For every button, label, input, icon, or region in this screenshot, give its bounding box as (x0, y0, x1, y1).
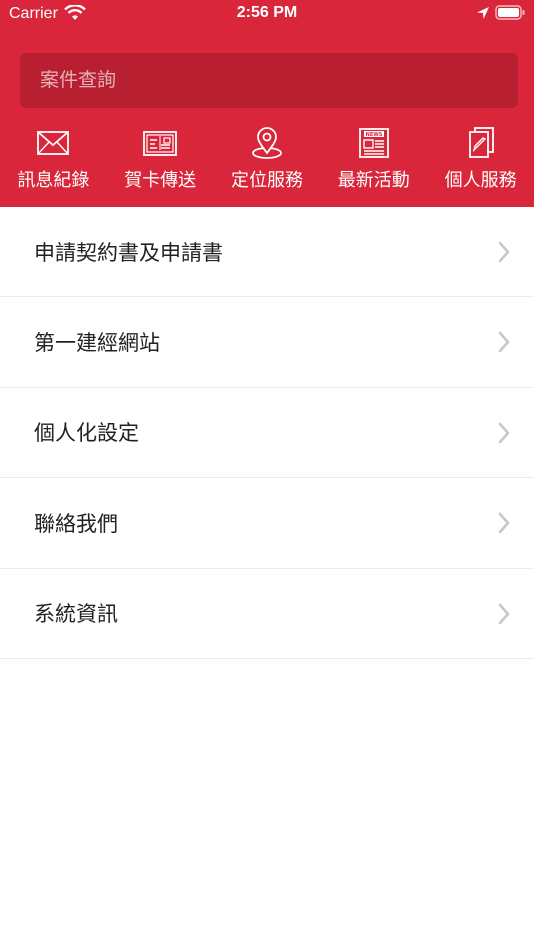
mail-icon (37, 131, 70, 155)
menu-item-website[interactable]: 第一建經網站 (0, 297, 534, 388)
menu-list: 申請契約書及申請書 第一建經網站 個人化設定 聯絡我們 系統資訊 (0, 207, 534, 659)
quick-action-location[interactable]: 定位服務 (214, 126, 321, 196)
quick-action-label: 訊息紀錄 (17, 170, 90, 191)
document-pen-icon (468, 127, 494, 158)
quick-action-news[interactable]: NEWS 最新活動 (320, 126, 427, 196)
menu-item-label: 申請契約書及申請書 (34, 240, 223, 265)
chevron-right-icon (498, 332, 510, 353)
location-pin-icon (252, 127, 282, 159)
quick-action-label: 賀卡傳送 (124, 170, 197, 191)
quick-action-personal[interactable]: 個人服務 (427, 126, 534, 196)
battery-icon (495, 5, 525, 20)
menu-item-contact-us[interactable]: 聯絡我們 (0, 478, 534, 569)
quick-actions: 訊息紀錄 賀卡傳送 定位服務 NEWS 最新活動 個人服務 (0, 126, 534, 196)
menu-item-contract-application[interactable]: 申請契約書及申請書 (0, 207, 534, 298)
chevron-right-icon (498, 422, 510, 444)
status-bar: Carrier 2:56 PM (0, 0, 534, 30)
header: Carrier 2:56 PM 案件查詢 訊息紀錄 賀卡傳送 定位服務 NEWS… (0, 0, 534, 207)
quick-action-messages[interactable]: 訊息紀錄 (0, 126, 107, 196)
chevron-right-icon (498, 241, 510, 263)
search-input[interactable]: 案件查詢 (20, 53, 518, 108)
newspaper-icon: NEWS (358, 128, 389, 158)
menu-item-label: 個人化設定 (34, 421, 139, 446)
greeting-card-icon (143, 131, 178, 156)
quick-action-label: 最新活動 (337, 170, 410, 191)
menu-item-label: 第一建經網站 (34, 331, 160, 356)
quick-action-label: 個人服務 (444, 170, 517, 191)
menu-item-label: 聯絡我們 (34, 511, 118, 536)
menu-item-label: 系統資訊 (34, 602, 118, 627)
location-arrow-icon (477, 7, 489, 19)
quick-action-greeting-card[interactable]: 賀卡傳送 (107, 126, 214, 196)
svg-text:NEWS: NEWS (365, 132, 382, 138)
menu-item-personal-settings[interactable]: 個人化設定 (0, 388, 534, 479)
menu-item-system-info[interactable]: 系統資訊 (0, 569, 534, 659)
quick-action-label: 定位服務 (230, 170, 303, 191)
chevron-right-icon (498, 603, 510, 624)
chevron-right-icon (498, 512, 510, 534)
status-time: 2:56 PM (236, 4, 298, 21)
